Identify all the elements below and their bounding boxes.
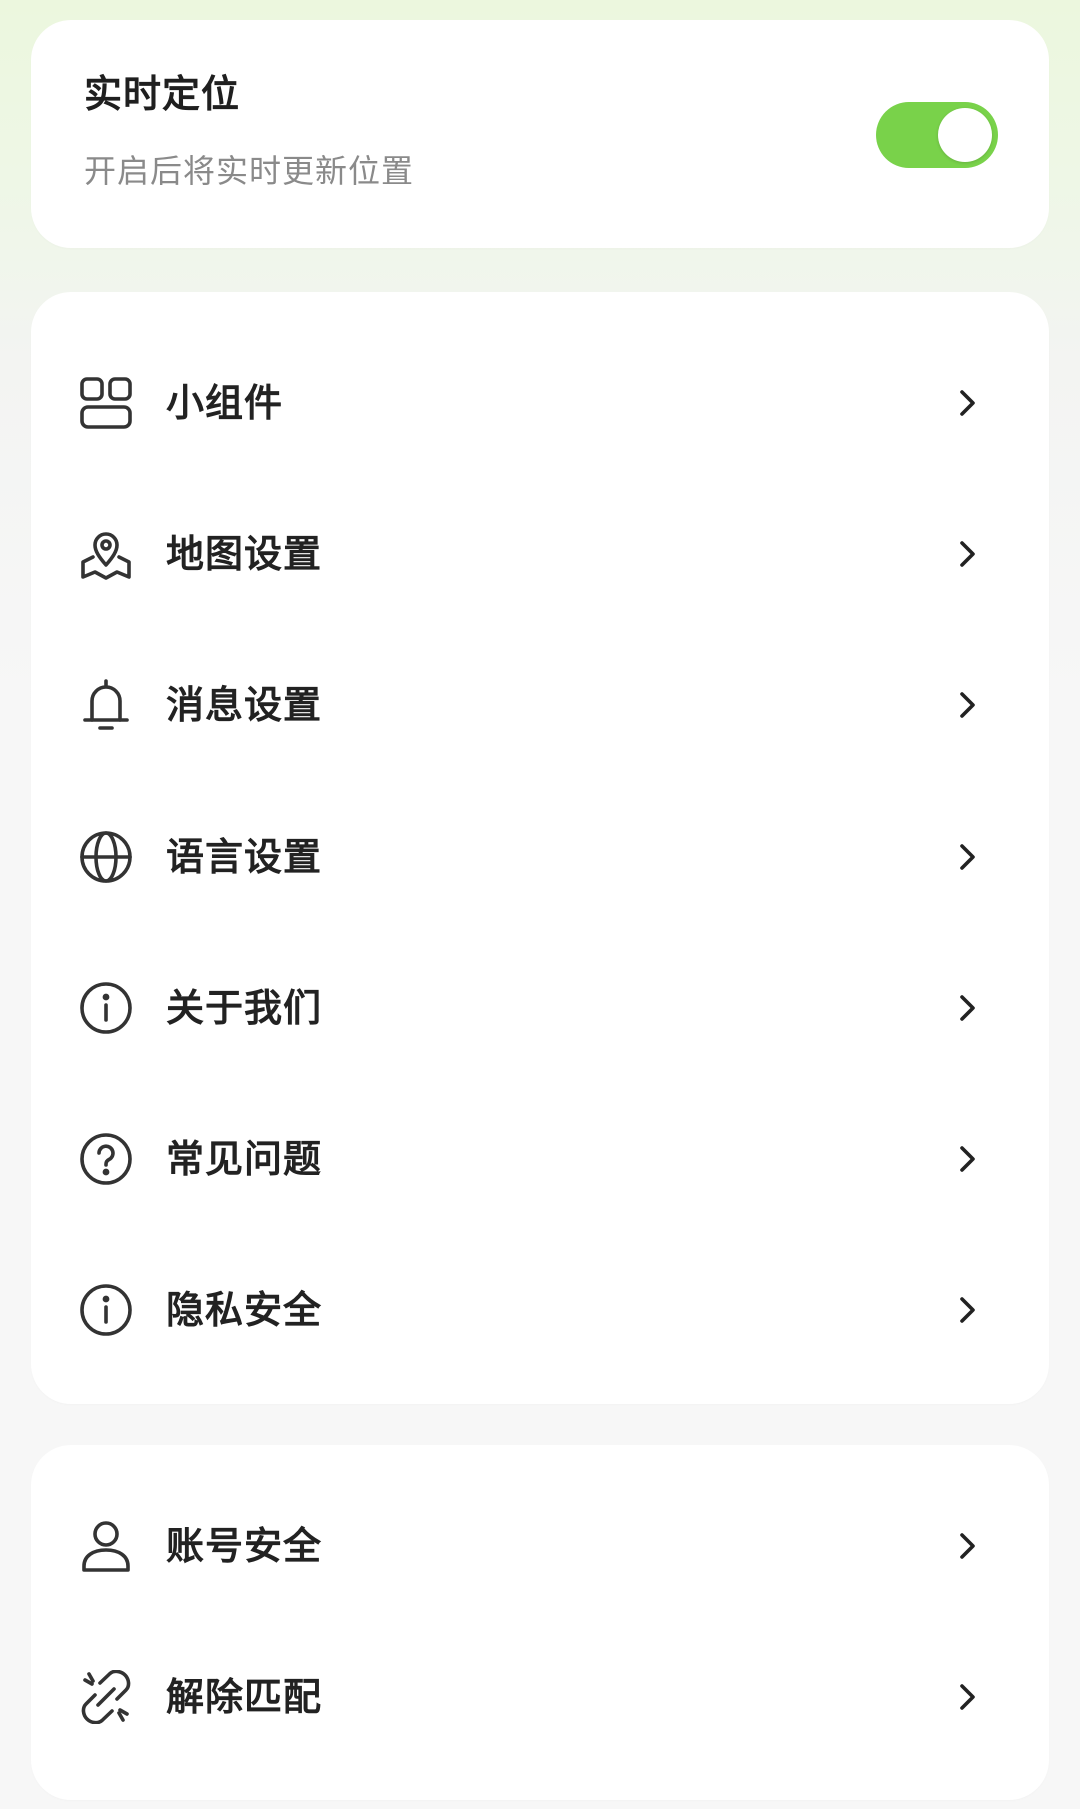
chevron-right-icon <box>949 687 985 723</box>
menu-item-label: 隐私安全 <box>166 1288 323 1332</box>
menu-item-label: 关于我们 <box>166 986 323 1030</box>
menu-item-label: 解除匹配 <box>166 1675 323 1719</box>
account-card: 账号安全 解除匹配 <box>31 1445 1049 1800</box>
chevron-right-icon <box>949 536 985 572</box>
menu-item-privacy-security[interactable]: 隐私安全 <box>31 1240 1049 1380</box>
realtime-location-subtitle: 开启后将实时更新位置 <box>84 152 415 190</box>
map-pin-icon <box>79 527 133 581</box>
chevron-right-icon <box>949 1292 985 1328</box>
menu-item-label: 地图设置 <box>166 532 323 576</box>
menu-item-about-us[interactable]: 关于我们 <box>31 938 1049 1078</box>
menu-item-label: 消息设置 <box>166 683 323 727</box>
info-icon <box>79 981 133 1035</box>
toggle-knob <box>938 108 992 162</box>
menu-item-message-settings[interactable]: 消息设置 <box>31 635 1049 775</box>
chevron-right-icon <box>949 385 985 421</box>
menu-item-label: 语言设置 <box>166 835 323 879</box>
menu-item-unmatch[interactable]: 解除匹配 <box>31 1627 1049 1767</box>
chevron-right-icon <box>949 1528 985 1564</box>
chevron-right-icon <box>949 990 985 1026</box>
question-icon <box>79 1132 133 1186</box>
user-icon <box>79 1519 133 1573</box>
realtime-location-title: 实时定位 <box>84 72 241 116</box>
chevron-right-icon <box>949 1679 985 1715</box>
chevron-right-icon <box>949 839 985 875</box>
info-icon <box>79 1283 133 1337</box>
menu-item-label: 小组件 <box>166 381 284 425</box>
unlink-icon <box>79 1670 133 1724</box>
menu-item-language-settings[interactable]: 语言设置 <box>31 787 1049 927</box>
menu-item-faq[interactable]: 常见问题 <box>31 1089 1049 1229</box>
menu-item-label: 账号安全 <box>166 1524 323 1568</box>
bell-icon <box>79 678 133 732</box>
menu-item-account-security[interactable]: 账号安全 <box>31 1476 1049 1616</box>
globe-icon <box>79 830 133 884</box>
realtime-location-toggle[interactable] <box>876 102 998 168</box>
menu-item-widget[interactable]: 小组件 <box>31 333 1049 473</box>
settings-menu-card: 小组件 地图设置 消息设置 语言设置 关于我们 常见问题 隐私安全 <box>31 292 1049 1404</box>
menu-item-label: 常见问题 <box>166 1137 323 1181</box>
realtime-location-card: 实时定位 开启后将实时更新位置 <box>31 20 1049 248</box>
menu-item-map-settings[interactable]: 地图设置 <box>31 484 1049 624</box>
chevron-right-icon <box>949 1141 985 1177</box>
widget-icon <box>79 376 133 430</box>
